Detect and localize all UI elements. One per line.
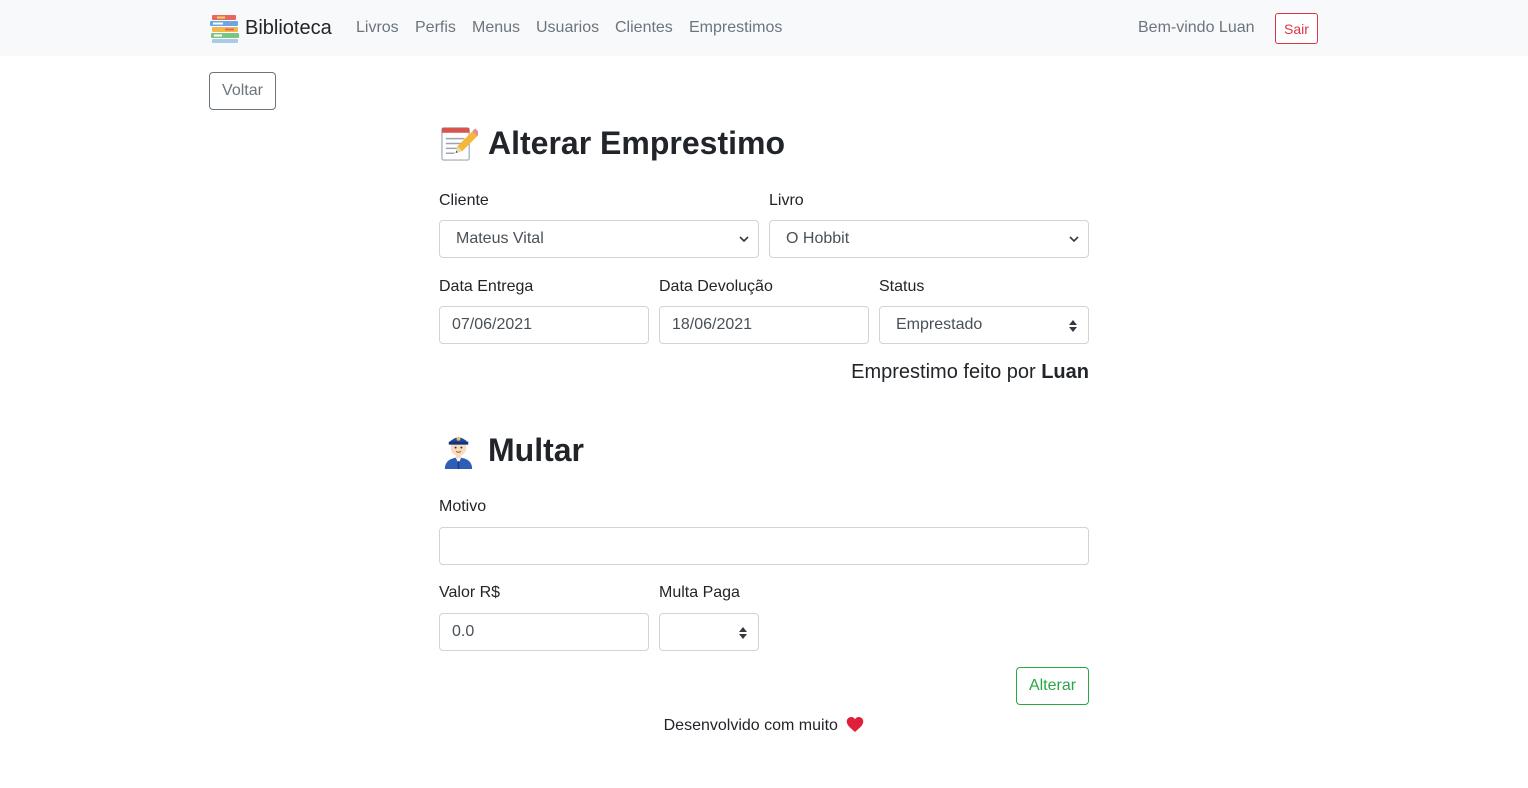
back-button[interactable]: Voltar [209,72,276,110]
nav-link-usuarios[interactable]: Usuarios [536,18,599,38]
logout-button[interactable]: Sair [1275,13,1318,44]
loan-made-by: Emprestimo feito por Luan [851,360,1089,384]
fine-form-title-text: Multar [488,432,584,468]
data-devolucao-label: Data Devolução [659,278,773,295]
cliente-label: Cliente [439,192,489,209]
data-devolucao-value: 18/06/2021 [672,316,753,333]
sort-arrows-icon [739,627,747,639]
welcome-text: Bem-vindo Luan [1138,19,1255,36]
cliente-select-value: Mateus Vital [456,230,544,247]
motivo-input[interactable] [439,527,1089,565]
status-label: Status [879,278,925,295]
livro-select[interactable]: O Hobbit [769,220,1089,258]
chevron-down-icon [739,236,749,243]
data-devolucao-input[interactable]: 18/06/2021 [659,306,869,344]
nav-link-livros[interactable]: Livros [356,18,399,38]
sort-arrows-icon [1069,320,1077,332]
chevron-down-icon [1069,236,1079,243]
multa-paga-select[interactable] [659,613,759,651]
footer: Desenvolvido com muito [0,716,1528,736]
footer-text: Desenvolvido com muito [663,717,838,734]
made-by-prefix: Emprestimo feito por [851,361,1036,383]
submit-alterar-button[interactable]: Alterar [1016,667,1089,705]
motivo-label: Motivo [439,498,487,515]
memo-icon [441,127,478,161]
cliente-select[interactable]: Mateus Vital [439,220,759,258]
status-select-value: Emprestado [896,316,983,333]
nav-link-menus[interactable]: Menus [472,18,520,38]
made-by-user: Luan [1041,361,1089,383]
brand-name: Biblioteca [245,16,332,39]
status-select[interactable]: Emprestado [879,306,1089,344]
fine-form-title: Multar [439,431,584,470]
brand-link[interactable]: Biblioteca [209,12,332,44]
livro-label: Livro [769,192,804,209]
books-icon [210,15,239,43]
data-entrega-input[interactable]: 07/06/2021 [439,306,649,344]
nav-link-perfis[interactable]: Perfis [415,18,456,38]
data-entrega-value: 07/06/2021 [452,316,533,333]
loan-form-title-text: Alterar Emprestimo [488,125,785,161]
heart-icon [847,717,864,732]
data-entrega-label: Data Entrega [439,278,534,295]
nav-link-emprestimos[interactable]: Emprestimos [689,18,782,38]
livro-select-value: O Hobbit [786,230,850,247]
valor-input[interactable]: 0.0 [439,613,649,651]
multa-paga-label: Multa Paga [659,584,740,601]
navbar: Biblioteca Livros Perfis Menus Usuarios … [0,0,1528,56]
valor-value: 0.0 [452,623,475,640]
nav-link-clientes[interactable]: Clientes [615,18,673,38]
valor-label: Valor R$ [439,584,501,601]
police-officer-icon [444,436,473,470]
loan-form-title: Alterar Emprestimo [439,124,785,163]
